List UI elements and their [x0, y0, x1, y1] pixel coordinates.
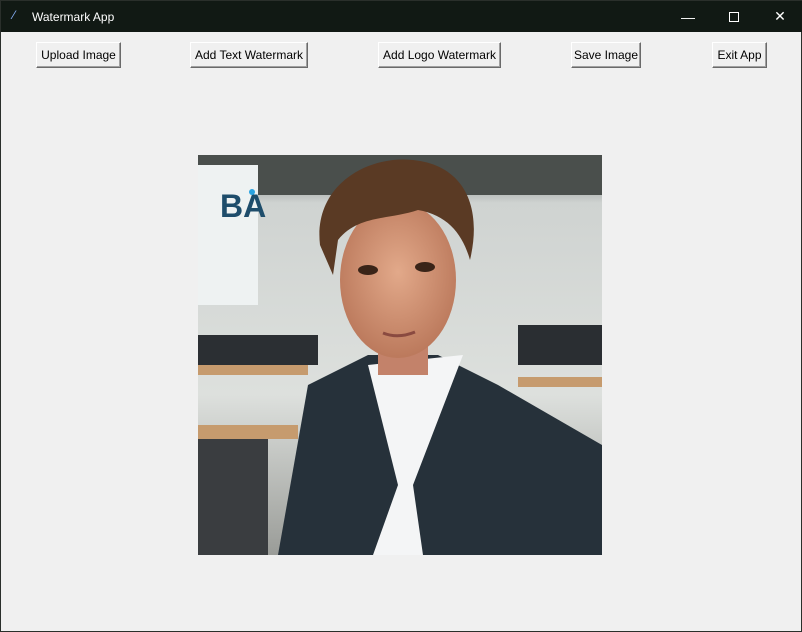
title-bar: ⁄ Watermark App — ✕ — [1, 1, 802, 32]
svg-text:BA: BA — [220, 188, 266, 224]
image-preview: BA — [198, 155, 602, 555]
minimize-button[interactable]: — — [665, 1, 711, 32]
feather-icon: ⁄ — [13, 8, 16, 22]
logo-watermark: BA — [220, 188, 266, 224]
maximize-button[interactable] — [711, 1, 757, 32]
close-icon: ✕ — [774, 8, 786, 24]
add-logo-watermark-button[interactable]: Add Logo Watermark — [378, 42, 501, 68]
upload-image-button[interactable]: Upload Image — [36, 42, 121, 68]
close-button[interactable]: ✕ — [757, 1, 802, 32]
add-text-watermark-button[interactable]: Add Text Watermark — [190, 42, 308, 68]
exit-app-button[interactable]: Exit App — [712, 42, 767, 68]
window-title: Watermark App — [32, 10, 115, 24]
minimize-icon: — — [681, 8, 695, 25]
maximize-icon — [729, 11, 739, 22]
save-image-button[interactable]: Save Image — [571, 42, 641, 68]
